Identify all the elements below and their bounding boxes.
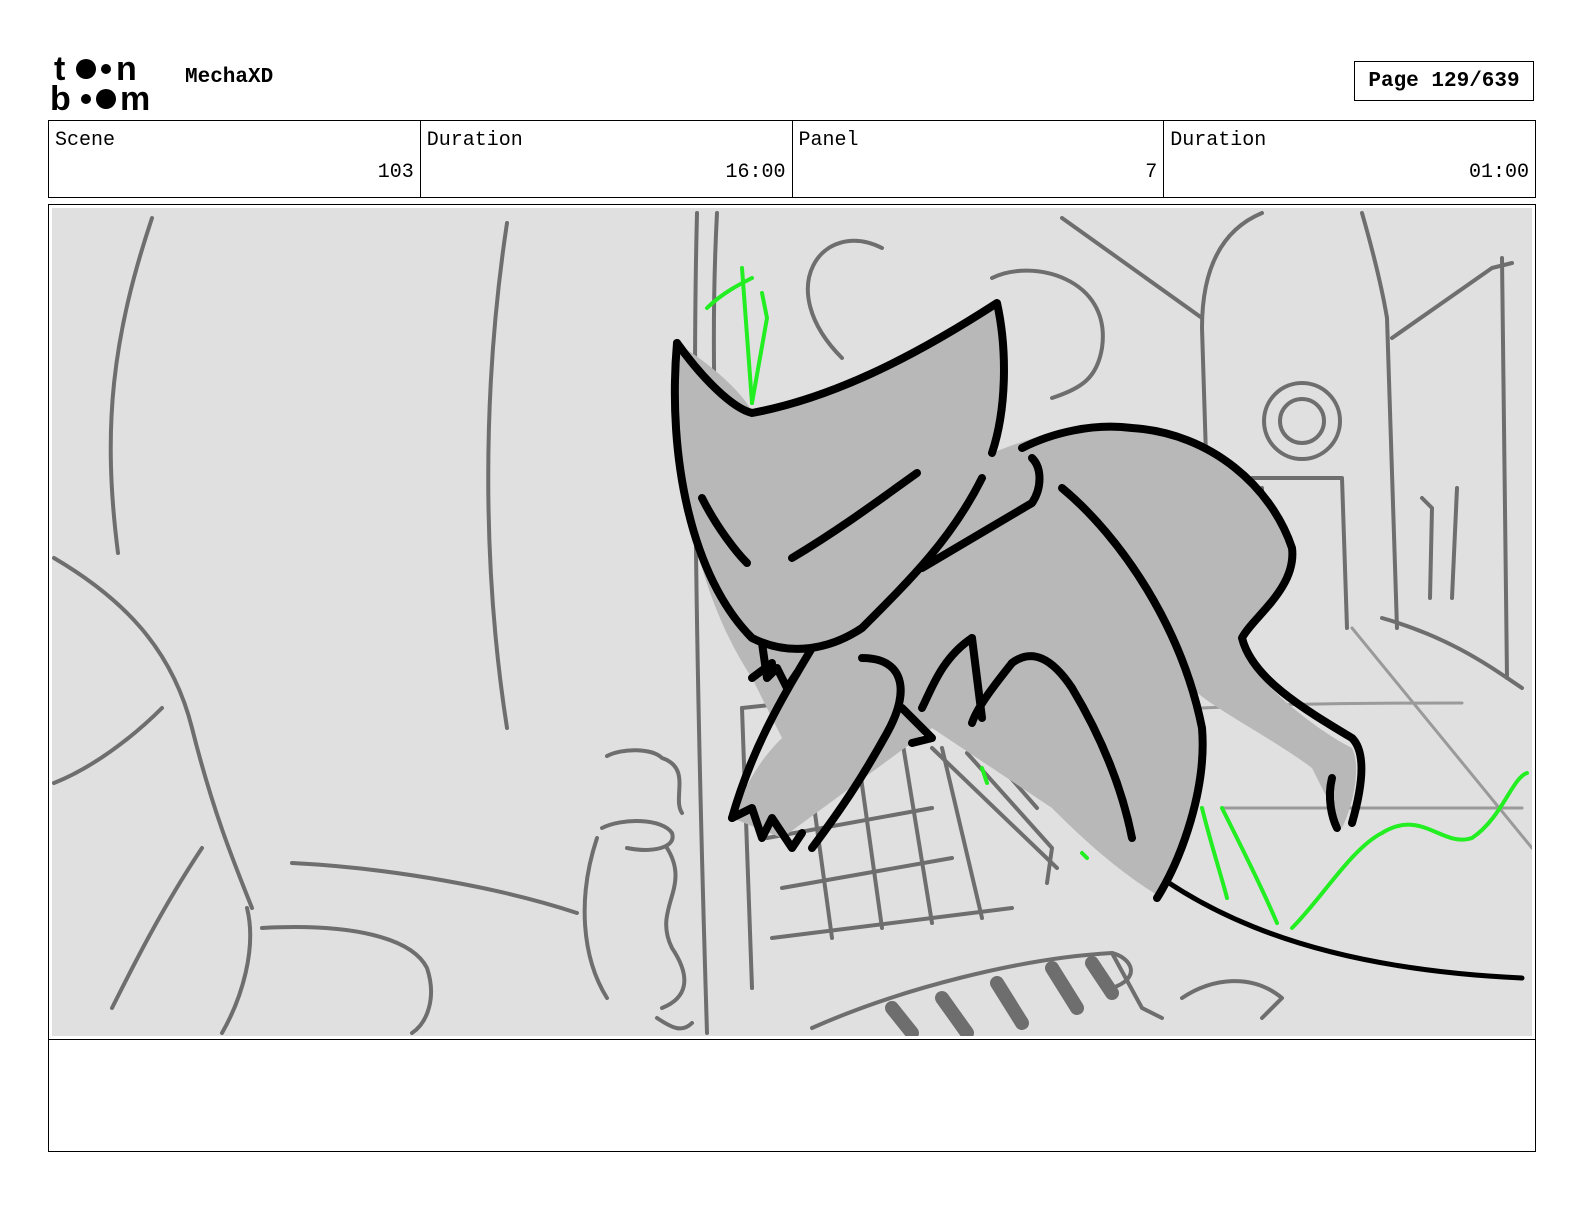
panel-label: Panel	[798, 129, 859, 152]
svg-text:m: m	[120, 80, 150, 114]
svg-text:b: b	[50, 80, 71, 114]
panel-notes	[48, 1040, 1536, 1152]
panel-duration-label: Duration	[1170, 129, 1267, 152]
panel-value: 7	[1145, 161, 1158, 184]
panel-duration-cell: Duration 01:00	[1164, 121, 1535, 197]
panel-cell: Panel 7	[793, 121, 1165, 197]
project-title: MechaXD	[185, 66, 274, 89]
scene-duration-cell: Duration 16:00	[421, 121, 793, 197]
scene-cell: Scene 103	[49, 121, 421, 197]
scene-duration-label: Duration	[426, 129, 523, 152]
storyboard-panel	[48, 204, 1536, 1040]
scene-value: 103	[377, 161, 414, 184]
panel-duration-value: 01:00	[1468, 161, 1529, 184]
scene-label: Scene	[55, 129, 116, 152]
page-number: Page 129/639	[1354, 61, 1534, 101]
scene-duration-value: 16:00	[725, 161, 786, 184]
panel-info-table: Scene 103 Duration 16:00 Panel 7 Duratio…	[48, 120, 1536, 198]
toon-boom-logo: t n b m	[50, 50, 150, 114]
panel-sketch	[52, 208, 1532, 1036]
